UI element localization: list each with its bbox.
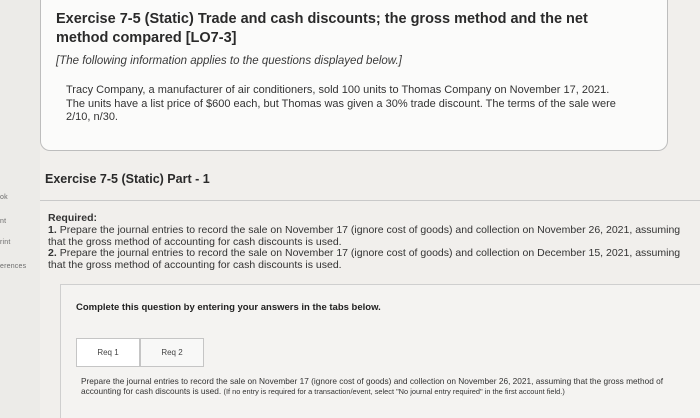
required-item-2-text: Prepare the journal entries to record th… bbox=[48, 247, 681, 272]
tab-instruction: Prepare the journal entries to record th… bbox=[81, 376, 696, 397]
instruction-note: (If no entry is required for a transacti… bbox=[223, 387, 565, 396]
exercise-title: Exercise 7-5 (Static) Trade and cash dis… bbox=[56, 11, 588, 46]
sidebar-item-print[interactable]: rint bbox=[0, 239, 11, 246]
left-sidebar: ok nt rint erences bbox=[0, 0, 40, 418]
exercise-info-card: Exercise 7-5 (Static) Trade and cash dis… bbox=[40, 0, 668, 151]
sidebar-item-references[interactable]: erences bbox=[0, 263, 26, 270]
required-item-1-number: 1. bbox=[48, 223, 57, 236]
tab-req-1[interactable]: Req 1 bbox=[76, 338, 140, 367]
required-item-2-number: 2. bbox=[48, 247, 57, 260]
info-note: [The following information applies to th… bbox=[56, 55, 402, 67]
complete-note: Complete this question by entering your … bbox=[76, 302, 381, 313]
required-section: Required: 1. Prepare the journal entries… bbox=[48, 212, 688, 272]
part-title: Exercise 7-5 (Static) Part - 1 bbox=[45, 172, 210, 186]
required-item-2: 2. Prepare the journal entries to record… bbox=[48, 247, 688, 272]
sidebar-item-nt[interactable]: nt bbox=[0, 218, 6, 225]
required-item-1-text: Prepare the journal entries to record th… bbox=[48, 223, 681, 248]
sidebar-item-ok[interactable]: ok bbox=[0, 194, 8, 201]
required-item-1: 1. Prepare the journal entries to record… bbox=[48, 223, 688, 249]
scenario-text: Tracy Company, a manufacturer of air con… bbox=[66, 84, 616, 123]
tab-req-2[interactable]: Req 2 bbox=[140, 338, 204, 367]
divider bbox=[40, 200, 700, 201]
answer-panel: Complete this question by entering your … bbox=[60, 284, 700, 418]
